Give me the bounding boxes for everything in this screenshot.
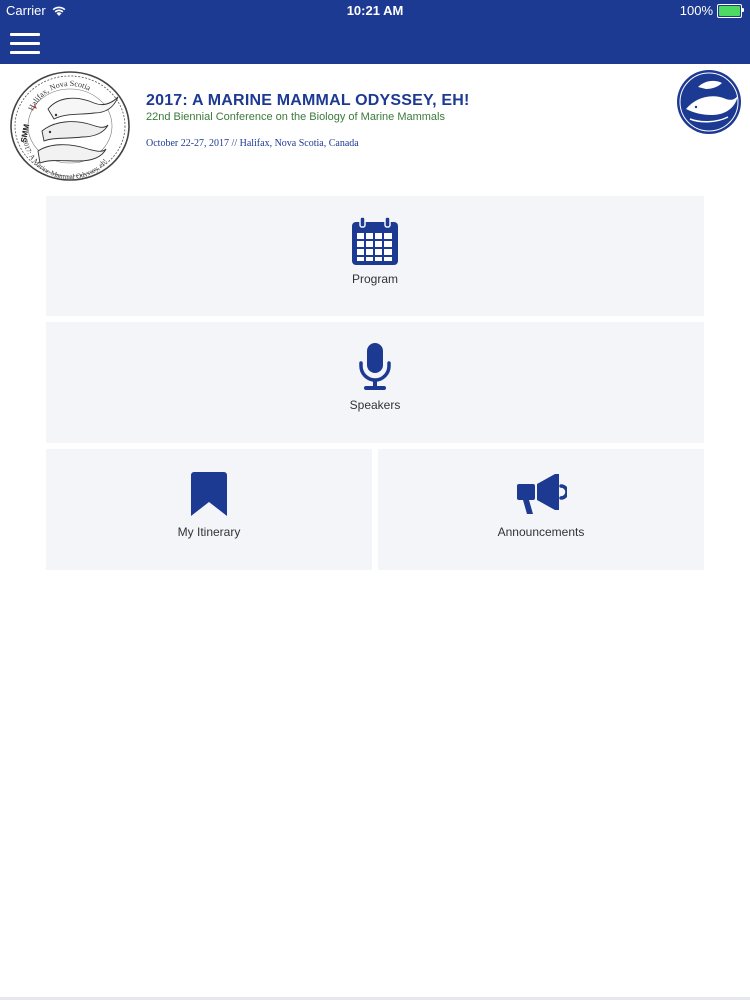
tile-my-itinerary-label: My Itinerary [177,525,241,539]
hamburger-menu-icon[interactable] [10,33,40,55]
microphone-icon [359,343,391,390]
bookmark-icon [191,472,227,516]
status-right: 100% [679,3,744,18]
conference-dates: October 22-27, 2017 // Halifax, Nova Sco… [146,138,359,149]
status-time: 10:21 AM [346,3,404,18]
tile-program[interactable]: Program [46,196,704,316]
megaphone-icon [517,474,567,514]
tile-announcements-label: Announcements [497,525,585,539]
tile-speakers-label: Speakers [349,398,401,412]
tile-announcements[interactable]: Announcements [378,449,704,570]
tile-speakers[interactable]: Speakers [46,322,704,443]
battery-fill [719,5,740,16]
society-logo [677,70,741,134]
nav-bar [0,22,750,64]
calendar-icon [352,216,398,265]
conference-title: 2017: A MARINE MAMMAL ODYSSEY, EH! [146,92,470,109]
header-text: 2017: A MARINE MAMMAL ODYSSEY, EH! 22nd … [146,92,470,149]
conference-subtitle: 22nd Biennial Conference on the Biology … [146,111,445,123]
battery-icon [717,3,744,18]
conference-header: Halifax, Nova Scotia 2017: A Marine Mamm… [0,64,750,188]
tile-program-label: Program [351,272,398,286]
battery-percent: 100% [679,3,713,18]
status-bar: Carrier 10:21 AM 100% [0,0,750,22]
conference-stamp-logo: Halifax, Nova Scotia 2017: A Marine Mamm… [10,71,130,181]
tile-my-itinerary[interactable]: My Itinerary [46,449,372,570]
